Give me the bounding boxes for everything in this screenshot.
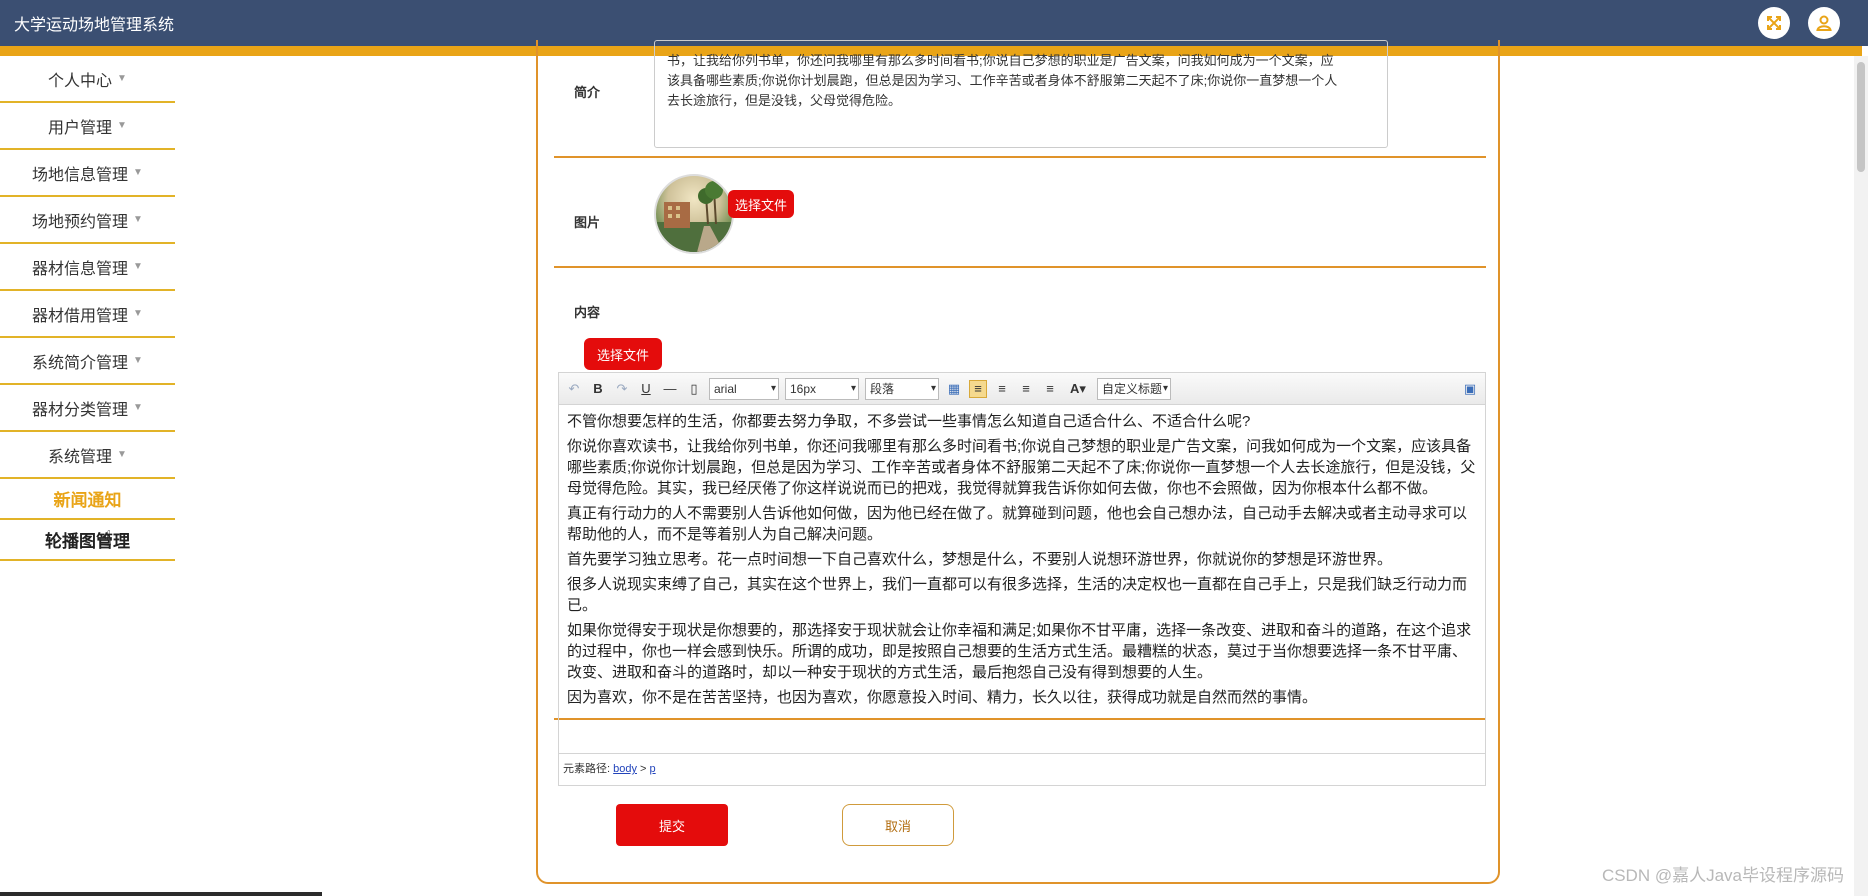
image-choose-file-button[interactable]: 选择文件: [728, 190, 794, 218]
intro-line: 去长途旅行，但是没钱，父母觉得危险。: [667, 93, 902, 108]
sidebar-item-equipment-category[interactable]: 器材分类管理 ▼: [0, 385, 175, 432]
element-path-bar: 元素路径: body > p: [559, 753, 1485, 785]
redo-icon[interactable]: ↷: [613, 380, 631, 398]
cancel-button[interactable]: 取消: [842, 804, 954, 846]
sidebar-item-system-intro[interactable]: 系统简介管理 ▼: [0, 338, 175, 385]
sidebar-item-equipment-info[interactable]: 器材信息管理 ▼: [0, 244, 175, 291]
align-justify-icon[interactable]: ≡: [1041, 380, 1059, 398]
header-actions: [1758, 7, 1840, 39]
sidebar-item-label: 器材借用管理: [32, 307, 129, 325]
sidebar-item-users[interactable]: 用户管理 ▼: [0, 103, 175, 150]
hand-cursor-icon: ☝: [99, 526, 113, 551]
app-title: 大学运动场地管理系统: [14, 17, 175, 34]
sidebar-item-label: 场地信息管理: [32, 166, 129, 184]
editor-paragraph: 首先要学习独立思考。花一点时间想一下自己喜欢什么，梦想是什么，不要别人说想环游世…: [567, 551, 1393, 568]
font-family-select[interactable]: arial: [709, 377, 779, 400]
sidebar-item-system[interactable]: 系统管理 ▼: [0, 432, 175, 479]
edit-form-panel: 简介 书，让我给你列书单，你还问我哪里有那么多时间看书;你说自己梦想的职业是广告…: [536, 40, 1500, 884]
sidebar-item-label: 用户管理: [48, 119, 113, 137]
editor-paragraph: 不管你想要怎样的生活，你都要去努力争取，不多尝试一些事情怎么知道自己适合什么、不…: [567, 413, 1251, 430]
sidebar: 个人中心 ▼ 用户管理 ▼ 场地信息管理 ▼ 场地预约管理 ▼ 器材信息管理 ▼ 器材借用…: [0, 56, 175, 561]
font-color-icon[interactable]: A ▾: [1065, 380, 1091, 398]
taskbar-fragment: [0, 892, 322, 896]
content-label: 内容: [574, 305, 601, 320]
intro-row: 简介 书，让我给你列书单，你还问我哪里有那么多时间看书;你说自己梦想的职业是广告…: [554, 40, 1486, 158]
editor-paragraph: 很多人说现实束缚了自己，其实在这个世界上，我们一直都可以有很多选择，生活的决定权…: [567, 576, 1468, 614]
caret-down-icon: ▼: [117, 120, 127, 131]
watermark: CSDN @嘉人Java毕设程序源码: [1601, 866, 1844, 885]
page-scrollbar[interactable]: [1854, 56, 1868, 896]
fullscreen-icon[interactable]: ▣: [1461, 380, 1479, 398]
element-path-body-link[interactable]: body: [613, 763, 637, 775]
intro-line: 该具备哪些素质;你说你计划晨跑，但总是因为学习、工作辛苦或者身体不舒服第二天起不…: [667, 73, 1338, 88]
element-path-p-link[interactable]: p: [650, 763, 656, 775]
sidebar-item-equipment-borrow[interactable]: 器材借用管理 ▼: [0, 291, 175, 338]
user-icon[interactable]: [1808, 7, 1840, 39]
sidebar-subitem-news[interactable]: 新闻通知: [0, 479, 175, 520]
sidebar-item-venue-booking[interactable]: 场地预约管理 ▼: [0, 197, 175, 244]
bold-icon[interactable]: B: [589, 380, 607, 398]
caret-down-icon: ▼: [117, 73, 127, 84]
align-center-icon[interactable]: ≡: [1017, 380, 1035, 398]
intro-line: 书，让我给你列书单，你还问我哪里有那么多时间看书;你说自己梦想的职业是广告文案，…: [667, 53, 1334, 68]
image-thumbnail: [654, 174, 734, 254]
sidebar-item-label: 器材分类管理: [32, 401, 129, 419]
rich-text-editor: ↶ B ↷ U — ▯ arial 16px 段落 ▦ ≡ ≡ ≡ ≡ A▾ 自…: [558, 372, 1486, 786]
submit-button[interactable]: 提交: [616, 804, 728, 846]
document-icon[interactable]: ▯: [685, 380, 703, 398]
editor-toolbar: ↶ B ↷ U — ▯ arial 16px 段落 ▦ ≡ ≡ ≡ ≡ A▾ 自…: [559, 373, 1485, 405]
sidebar-item-label: 系统简介管理: [32, 354, 129, 372]
sidebar-item-label: 个人中心: [48, 72, 113, 90]
sidebar-item-venue-info[interactable]: 场地信息管理 ▼: [0, 150, 175, 197]
align-right-icon[interactable]: ≡: [993, 380, 1011, 398]
element-path-label: 元素路径:: [563, 763, 611, 775]
caret-down-icon: ▼: [133, 214, 143, 225]
custom-title-select[interactable]: 自定义标题: [1097, 377, 1171, 400]
undo-icon[interactable]: ↶: [565, 380, 583, 398]
sidebar-item-label: 器材信息管理: [32, 260, 129, 278]
editor-content[interactable]: 不管你想要怎样的生活，你都要去努力争取，不多尝试一些事情怎么知道自己适合什么、不…: [559, 405, 1485, 753]
caret-down-icon: ▼: [133, 167, 143, 178]
caret-down-icon: ▼: [133, 355, 143, 366]
table-icon[interactable]: ▦: [945, 380, 963, 398]
scrollbar-thumb[interactable]: [1857, 62, 1865, 172]
image-label: 图片: [574, 215, 601, 230]
caret-down-icon: ▼: [133, 261, 143, 272]
intro-label: 简介: [574, 85, 601, 100]
sidebar-item-label: 轮播图管理: [45, 532, 130, 551]
editor-paragraph: 如果你觉得安于现状是你想要的，那选择安于现状就会让你幸福和满足;如果你不甘平庸，…: [567, 622, 1472, 681]
image-row: 图片 选择文件: [554, 158, 1486, 268]
underline-icon[interactable]: U: [637, 380, 655, 398]
expand-icon[interactable]: [1758, 7, 1790, 39]
sidebar-item-personal[interactable]: 个人中心 ▼: [0, 56, 175, 103]
paragraph-format-select[interactable]: 段落: [865, 377, 939, 400]
element-path-separator: >: [640, 763, 647, 775]
caret-down-icon: ▼: [133, 402, 143, 413]
sidebar-item-label: 新闻通知: [53, 491, 122, 510]
sidebar-subitem-carousel[interactable]: 轮播图管理: [0, 520, 175, 561]
horizontal-rule-icon[interactable]: —: [661, 380, 679, 398]
editor-paragraph: 真正有行动力的人不需要别人告诉他如何做，因为他已经在做了。就算碰到问题，他也会自…: [567, 505, 1468, 543]
align-left-icon[interactable]: ≡: [969, 379, 987, 398]
caret-down-icon: ▼: [133, 308, 143, 319]
font-size-select[interactable]: 16px: [785, 377, 859, 400]
intro-clipped-line: [667, 41, 1375, 51]
editor-paragraph: 你说你喜欢读书，让我给你列书单，你还问我哪里有那么多时间看书;你说自己梦想的职业…: [567, 438, 1476, 497]
sidebar-item-label: 场地预约管理: [32, 213, 129, 231]
content-choose-file-button[interactable]: 选择文件: [584, 338, 662, 370]
editor-paragraph: 因为喜欢，你不是在苦苦坚持，也因为喜欢，你愿意投入时间、精力，长久以往，获得成功…: [567, 689, 1318, 706]
caret-down-icon: ▼: [117, 449, 127, 460]
sidebar-item-label: 系统管理: [48, 448, 113, 466]
intro-textarea[interactable]: 书，让我给你列书单，你还问我哪里有那么多时间看书;你说自己梦想的职业是广告文案，…: [654, 40, 1388, 148]
